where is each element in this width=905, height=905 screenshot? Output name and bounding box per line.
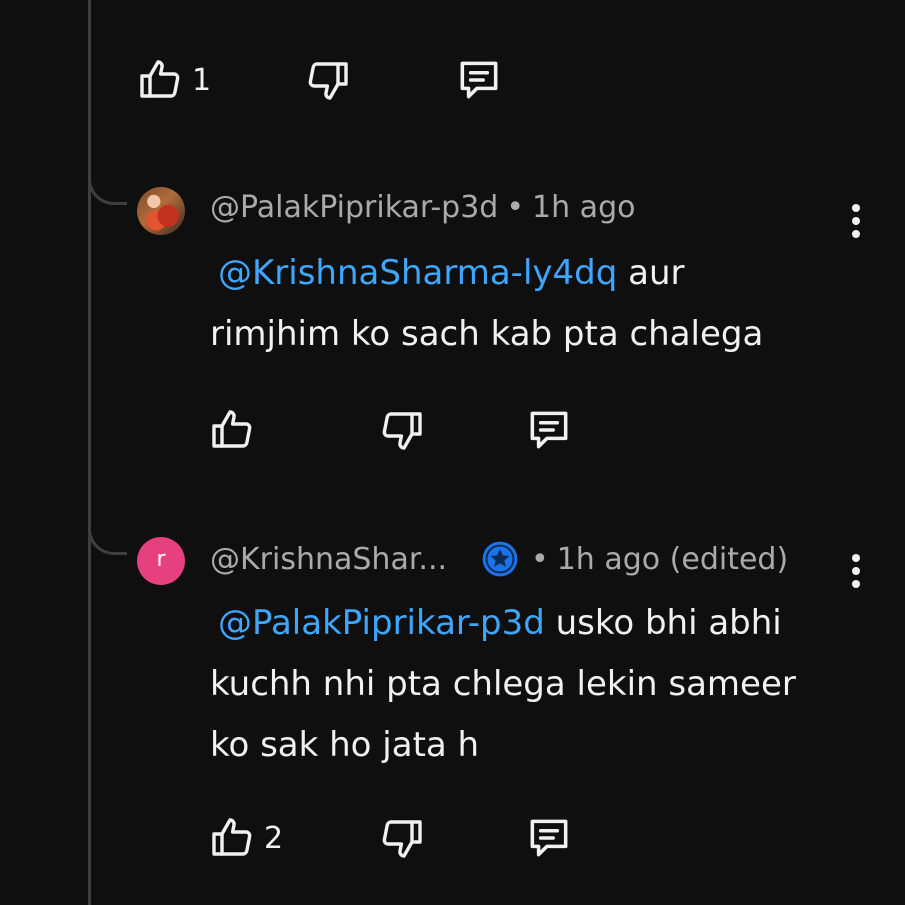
reply-comment-icon xyxy=(460,61,498,99)
thumbs-down-icon xyxy=(308,62,348,100)
comment-time: 1h ago xyxy=(532,190,636,225)
more-vert-icon[interactable] xyxy=(846,554,866,594)
comment-thread-screen: 1 @PalakPiprikar-p3d • 1h ago @KrishnaSh… xyxy=(0,0,905,905)
meta-separator: • xyxy=(531,541,549,577)
thumbs-down-icon xyxy=(382,820,422,858)
avatar[interactable]: r xyxy=(137,537,185,585)
comment-body: @KrishnaSharma-ly4dq aur rimjhim ko sach… xyxy=(210,243,820,365)
reply-connector xyxy=(88,152,127,205)
channel-member-star-badge-icon xyxy=(482,541,518,577)
dislike-button[interactable] xyxy=(304,52,352,108)
reply-connector xyxy=(88,502,127,555)
thread-line xyxy=(88,0,91,152)
previous-comment-actions: 1 xyxy=(136,52,536,108)
comment-meta: @KrishnaShar... • 1h ago (edited) xyxy=(210,540,788,578)
author-handle[interactable]: @PalakPiprikar-p3d xyxy=(210,190,498,225)
like-count: 1 xyxy=(192,62,212,98)
like-count: 2 xyxy=(264,820,284,856)
avatar-letter: r xyxy=(156,547,166,572)
like-button[interactable] xyxy=(208,402,256,458)
mention-link[interactable]: @PalakPiprikar-p3d xyxy=(218,603,545,643)
author-handle[interactable]: @KrishnaShar... xyxy=(210,542,447,577)
reply-comment-icon xyxy=(530,411,568,449)
comment-actions xyxy=(208,402,608,458)
comment-meta: @PalakPiprikar-p3d • 1h ago xyxy=(210,190,635,225)
thumbs-down-icon xyxy=(382,412,422,450)
meta-separator: • xyxy=(506,190,525,225)
dislike-button[interactable] xyxy=(378,402,426,458)
reply-button[interactable] xyxy=(524,402,574,458)
like-button[interactable]: 2 xyxy=(208,810,283,866)
comment-body: @PalakPiprikar-p3d usko bhi abhi kuchh n… xyxy=(210,593,820,776)
mention-link[interactable]: @KrishnaSharma-ly4dq xyxy=(218,253,617,293)
dislike-button[interactable] xyxy=(378,810,426,866)
comment-actions: 2 xyxy=(208,810,608,866)
like-button[interactable]: 1 xyxy=(136,52,211,108)
thumbs-up-icon xyxy=(212,818,252,856)
avatar[interactable] xyxy=(137,187,185,235)
reply-comment-icon xyxy=(530,819,568,857)
reply-button[interactable] xyxy=(454,52,504,108)
thumbs-up-icon xyxy=(212,410,252,448)
reply-button[interactable] xyxy=(524,810,574,866)
thumbs-up-icon xyxy=(140,60,180,98)
comment-time: 1h ago (edited) xyxy=(556,541,789,577)
more-vert-icon[interactable] xyxy=(846,204,866,244)
